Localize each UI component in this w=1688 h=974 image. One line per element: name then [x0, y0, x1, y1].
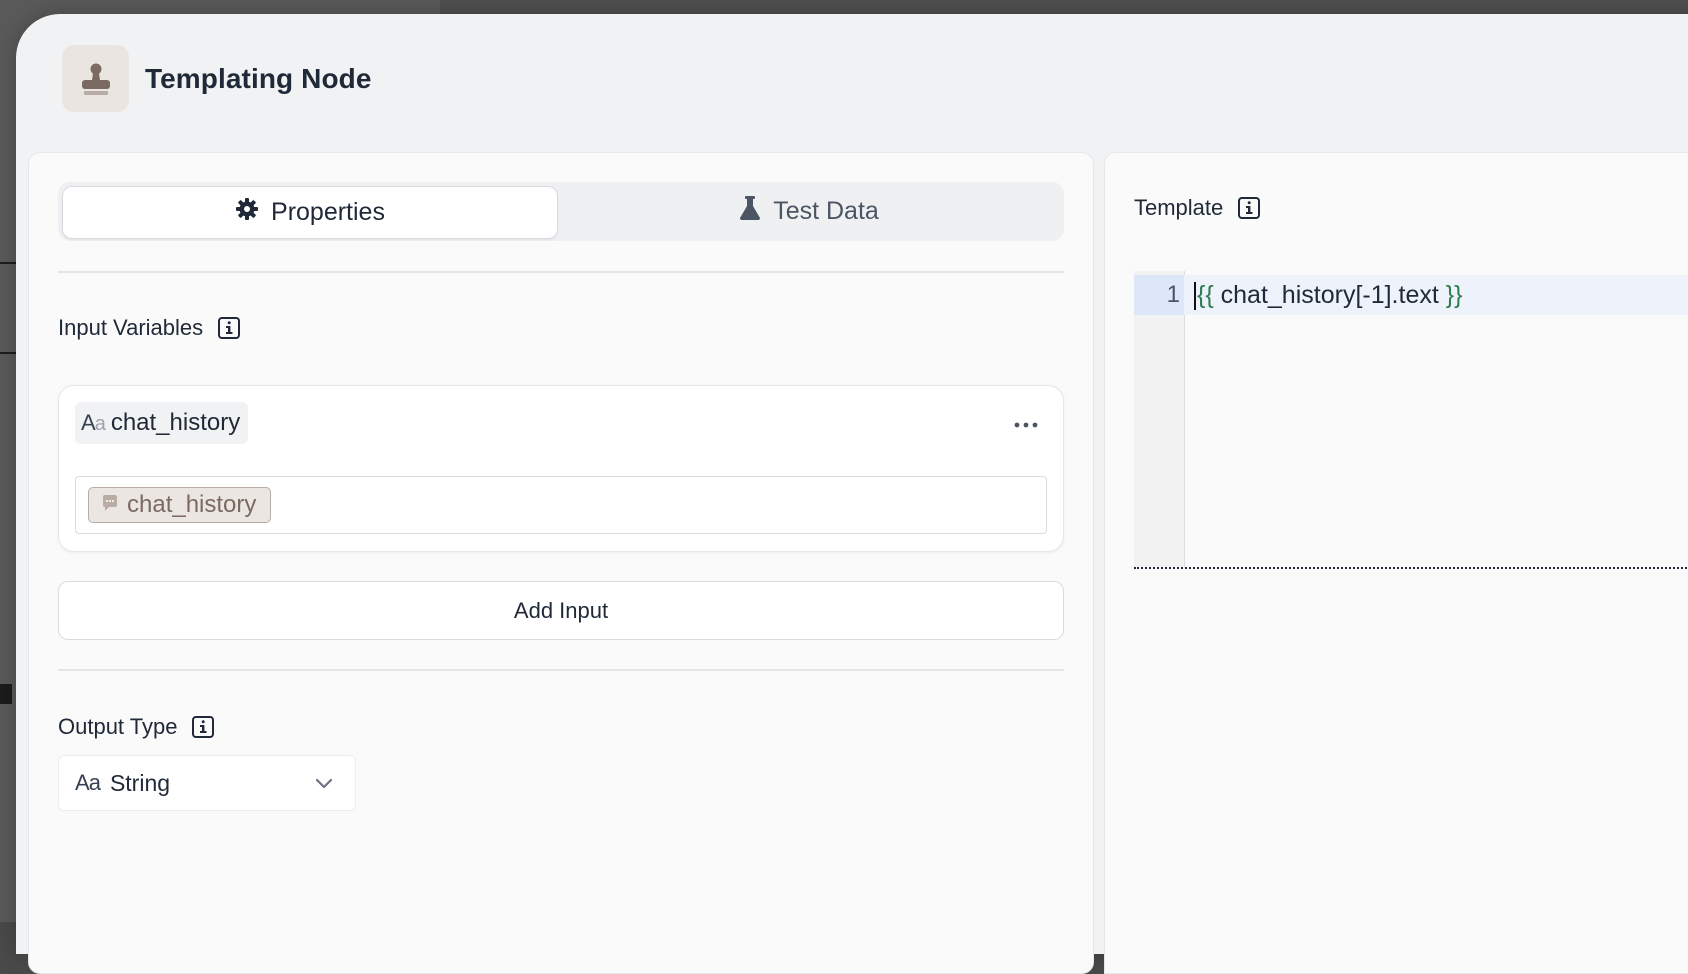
divider: [58, 271, 1064, 273]
template-heading: Template: [1134, 195, 1261, 221]
variable-value-field[interactable]: chat_history: [75, 476, 1047, 534]
input-variables-label: Input Variables: [58, 315, 204, 340]
variable-name-chip[interactable]: Aa chat_history: [75, 402, 249, 444]
input-variable-card: Aa chat_history chat_history: [58, 385, 1064, 552]
template-panel: Template 1 {{ chat_history[-1].text }}: [1104, 152, 1688, 974]
stamp-icon: [62, 45, 129, 112]
input-variables-heading: Input Variables: [58, 315, 241, 341]
code-line[interactable]: {{ chat_history[-1].text }}: [1194, 275, 1462, 315]
line-number-gutter: [1134, 271, 1185, 567]
variable-name: chat_history: [110, 409, 241, 436]
output-type-select[interactable]: Aa String: [58, 755, 356, 811]
variable-reference-label: chat_history: [127, 491, 257, 518]
add-input-button[interactable]: Add Input: [58, 581, 1064, 640]
info-icon[interactable]: [217, 316, 241, 340]
template-open-brace: {{: [1197, 281, 1214, 309]
tab-properties[interactable]: Properties: [62, 186, 558, 239]
text-cursor: [1194, 282, 1196, 311]
line-number: 1: [1166, 281, 1180, 308]
ellipsis-icon: [1014, 422, 1038, 428]
divider: [58, 669, 1064, 671]
variable-reference-chip[interactable]: chat_history: [88, 487, 272, 523]
tab-bar: Properties Test Data: [58, 182, 1064, 241]
more-options-button[interactable]: [1009, 410, 1043, 440]
template-code-editor[interactable]: 1 {{ chat_history[-1].text }}: [1134, 271, 1688, 569]
text-type-icon: Aa: [75, 770, 101, 795]
backdrop-mark: [0, 352, 16, 354]
backdrop-mark: [0, 262, 16, 264]
template-label: Template: [1134, 195, 1224, 220]
gear-icon: [235, 197, 259, 228]
template-expression: chat_history[-1].text: [1213, 281, 1446, 309]
info-icon[interactable]: [191, 715, 215, 739]
modal-header: Templating Node: [62, 45, 372, 112]
page-title: Templating Node: [145, 62, 372, 94]
tab-test-data-label: Test Data: [773, 197, 879, 225]
chevron-down-icon: [313, 772, 335, 800]
output-type-label: Output Type: [58, 714, 178, 739]
output-type-value: String: [109, 769, 171, 796]
output-type-heading: Output Type: [58, 714, 215, 740]
text-type-icon: Aa: [81, 410, 106, 435]
template-close-brace: }}: [1445, 281, 1463, 309]
properties-panel: Properties Test Data Input Variables Aa …: [28, 152, 1094, 974]
tab-test-data[interactable]: Test Data: [562, 186, 1056, 237]
tab-properties-label: Properties: [271, 198, 385, 226]
info-icon[interactable]: [1237, 196, 1261, 220]
backdrop-mark: [0, 684, 12, 704]
templating-node-modal: Templating Node Properties Test Data Inp…: [16, 14, 1688, 974]
flask-icon: [739, 195, 761, 228]
chat-bubble-icon: [101, 491, 119, 519]
